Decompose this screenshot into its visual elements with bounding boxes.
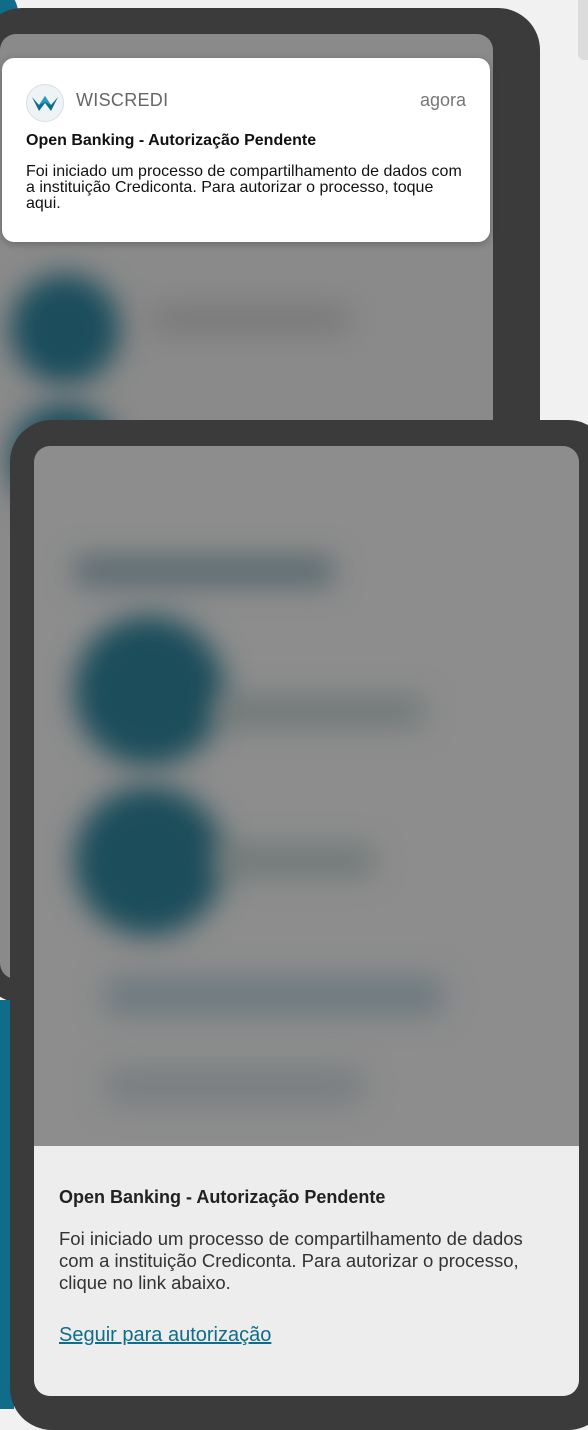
blurred-text-line — [214, 846, 374, 876]
push-notification[interactable]: WISCREDI agora Open Banking - Autorizaçã… — [2, 58, 490, 242]
authorization-bottom-sheet: Open Banking - Autorização Pendente Foi … — [34, 1146, 579, 1396]
sheet-title: Open Banking - Autorização Pendente — [59, 1187, 386, 1207]
notification-body: Foi iniciado um processo de compartilham… — [26, 163, 462, 212]
blurred-button — [104, 1066, 364, 1106]
blurred-app-icon — [74, 786, 224, 936]
blurred-app-icon — [74, 616, 224, 766]
blurred-text-line — [150, 304, 350, 334]
notification-time: agora — [419, 90, 466, 110]
blurred-screen-front: Open Banking - Autorização Pendente Foi … — [34, 446, 579, 1396]
blurred-button — [104, 976, 444, 1016]
blurred-app-icon — [10, 274, 120, 384]
phone-frame-sheet: Open Banking - Autorização Pendente Foi … — [10, 420, 588, 1430]
notification-title: Open Banking - Autorização Pendente — [26, 132, 317, 149]
blurred-text-line — [214, 696, 424, 726]
notification-app-name: WISCREDI — [76, 90, 169, 110]
follow-authorization-link[interactable]: Seguir para autorização — [59, 1324, 271, 1347]
sheet-body: Foi iniciado um processo de compartilham… — [59, 1228, 523, 1293]
blurred-heading — [74, 556, 334, 586]
wiscredi-star-logo-icon — [26, 84, 64, 122]
